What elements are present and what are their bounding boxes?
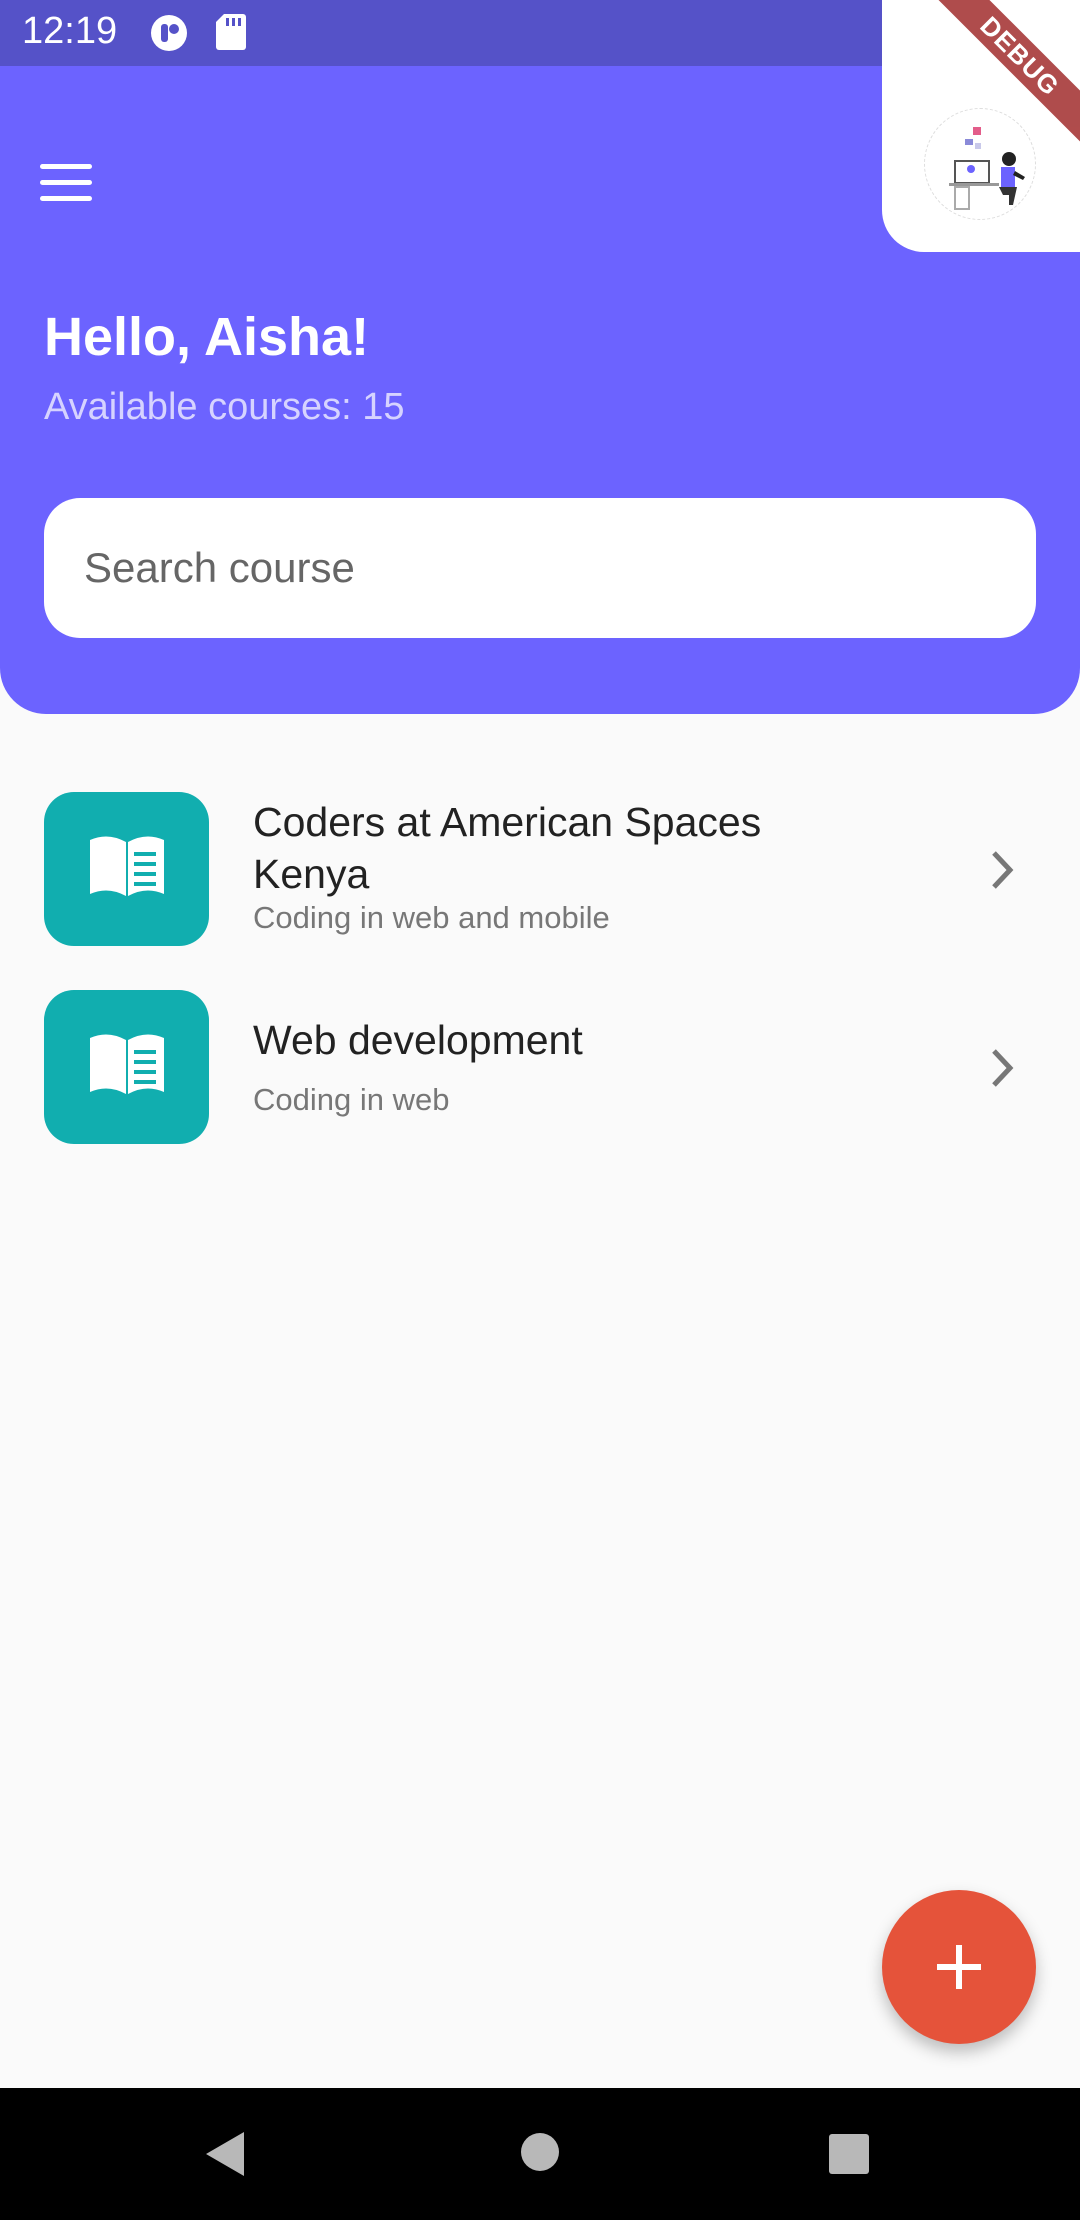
list-item[interactable]: Coders at American Spaces Kenya Coding i…	[0, 792, 1080, 948]
sd-card-icon	[216, 14, 246, 50]
book-icon	[90, 1034, 164, 1094]
course-title: Web development	[253, 1017, 583, 1063]
home-icon[interactable]	[520, 2132, 560, 2172]
greeting-title: Hello, Aisha!	[44, 307, 370, 367]
search-input[interactable]	[44, 498, 1036, 638]
menu-icon[interactable]	[40, 164, 92, 202]
course-icon-tile	[44, 792, 209, 946]
chevron-right-icon[interactable]	[988, 1045, 1018, 1091]
available-courses-label: Available courses: 15	[44, 386, 405, 428]
course-title: Coders at American Spaces Kenya	[253, 799, 762, 897]
avatar[interactable]	[924, 108, 1036, 220]
course-subtitle: Coding in web and mobile	[253, 900, 610, 935]
list-item[interactable]: Web development Coding in web	[0, 990, 1080, 1146]
chevron-right-icon[interactable]	[988, 847, 1018, 893]
back-icon[interactable]	[204, 2130, 248, 2178]
recents-icon[interactable]	[829, 2134, 869, 2174]
avatar-illustration-icon	[949, 127, 1025, 210]
book-icon	[90, 836, 164, 896]
status-time: 12:19	[22, 10, 118, 52]
navigation-bar	[0, 2088, 1080, 2220]
add-course-button[interactable]	[882, 1890, 1036, 2044]
notification-app-icon	[151, 15, 187, 51]
course-subtitle: Coding in web	[253, 1082, 450, 1117]
course-icon-tile	[44, 990, 209, 1144]
